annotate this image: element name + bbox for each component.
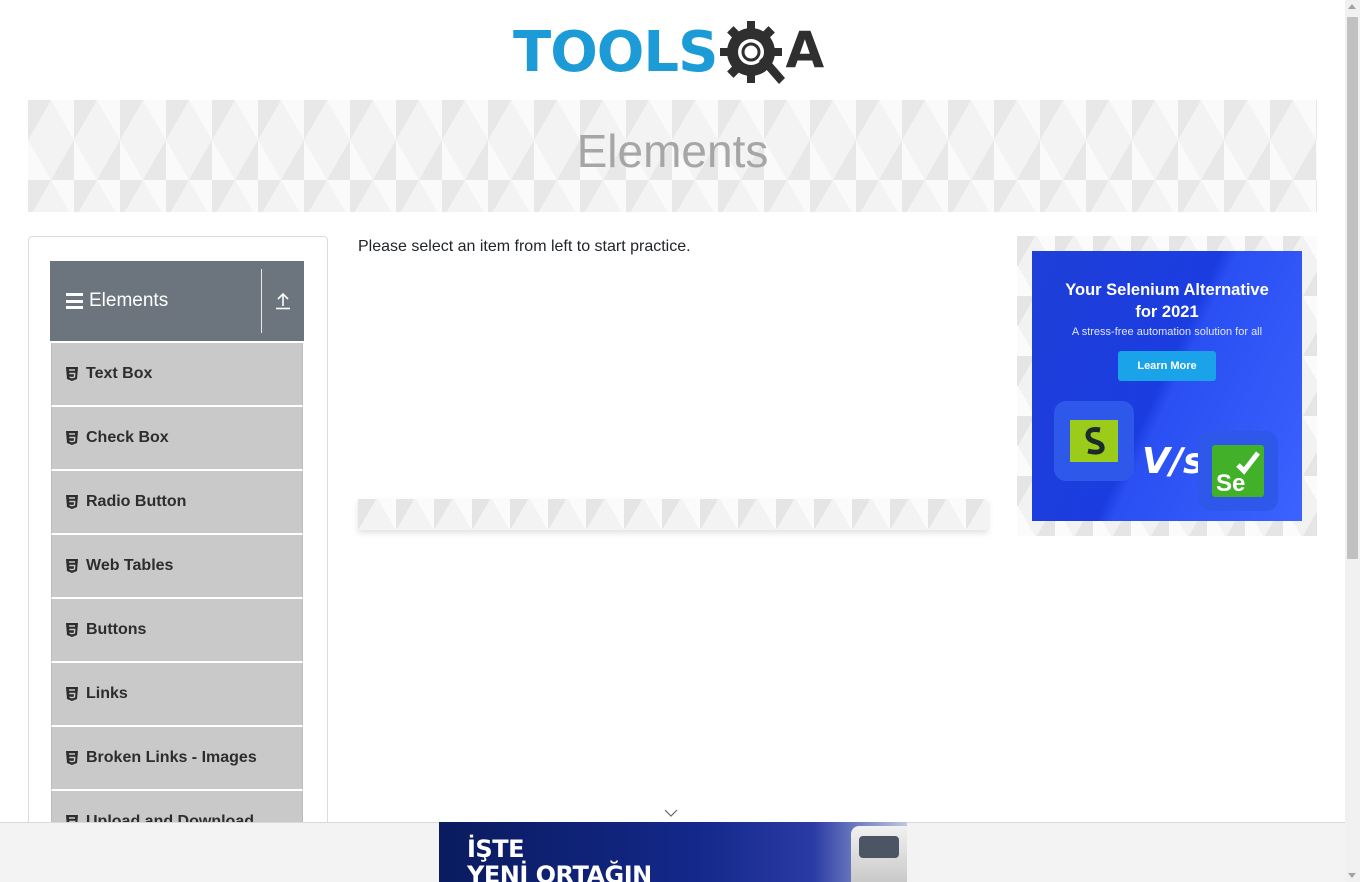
html5-icon bbox=[66, 495, 78, 509]
menu-item-web-tables[interactable]: Web Tables bbox=[51, 535, 303, 599]
katalon-logo-icon bbox=[1054, 401, 1134, 481]
side-ad-container: Your Selenium Alternative for 2021 A str… bbox=[1017, 236, 1317, 536]
page-banner: Elements bbox=[28, 100, 1317, 212]
menu-item-broken-links-images[interactable]: Broken Links - Images bbox=[51, 727, 303, 791]
menu-item-check-box[interactable]: Check Box bbox=[51, 407, 303, 471]
collapse-button[interactable] bbox=[262, 261, 304, 341]
menu-item-radio-button[interactable]: Radio Button bbox=[51, 471, 303, 535]
logo-tools-text: TOOLS bbox=[513, 20, 718, 85]
van-image bbox=[851, 826, 907, 882]
menu-item-label: Check Box bbox=[86, 429, 169, 446]
scroll-down-arrow-icon[interactable] bbox=[1348, 873, 1356, 878]
selenium-logo-icon: Se bbox=[1198, 431, 1278, 511]
ad-title-line2: for 2021 bbox=[1135, 303, 1199, 321]
html5-icon bbox=[66, 751, 78, 765]
page-scrollbar[interactable] bbox=[1345, 0, 1360, 882]
hamburger-icon bbox=[66, 293, 83, 309]
page: TOOLS A Elements Elements Text Box Check… bbox=[0, 0, 1345, 882]
menu-item-buttons[interactable]: Buttons bbox=[51, 599, 303, 663]
bottom-banner-ad[interactable]: İŞTE YENİ ORTAĞIN bbox=[439, 822, 907, 882]
menu-item-text-box[interactable]: Text Box bbox=[51, 343, 303, 407]
versus-text: V/s bbox=[1142, 441, 1205, 482]
learn-more-button[interactable]: Learn More bbox=[1118, 351, 1216, 381]
bottom-ad-line2: YENİ ORTAĞIN bbox=[467, 861, 652, 882]
elements-menu-list: Text Box Check Box Radio Button Web Tabl… bbox=[51, 343, 303, 855]
scroll-up-arrow-icon[interactable] bbox=[1348, 4, 1356, 9]
html5-icon bbox=[66, 623, 78, 637]
logo-a-text: A bbox=[785, 21, 825, 79]
ad-title: Your Selenium Alternative for 2021 bbox=[1032, 279, 1302, 323]
menu-item-label: Radio Button bbox=[86, 493, 187, 510]
menu-item-label: Buttons bbox=[86, 621, 147, 638]
selenium-alternative-ad[interactable]: Your Selenium Alternative for 2021 A str… bbox=[1032, 251, 1302, 521]
html5-icon bbox=[66, 367, 78, 381]
page-title: Elements bbox=[576, 125, 769, 177]
practice-instruction: Please select an item from left to start… bbox=[358, 238, 691, 255]
selenium-logo-text: Se bbox=[1216, 470, 1245, 497]
menu-item-label: Broken Links - Images bbox=[86, 749, 257, 766]
scrollbar-thumb[interactable] bbox=[1347, 17, 1358, 559]
ad-title-line1: Your Selenium Alternative bbox=[1065, 281, 1269, 299]
menu-item-label: Links bbox=[86, 685, 128, 702]
menu-item-label: Text Box bbox=[86, 365, 153, 382]
html5-icon bbox=[66, 431, 78, 445]
group-header-label: Elements bbox=[89, 290, 169, 311]
gear-magnifier-icon bbox=[719, 18, 789, 88]
bottom-ad-text: İŞTE YENİ ORTAĞIN bbox=[467, 836, 652, 882]
toolsqa-logo[interactable]: TOOLS A bbox=[513, 14, 835, 92]
chevron-down-icon[interactable] bbox=[664, 805, 678, 823]
upload-arrow-icon bbox=[276, 292, 290, 310]
menu-item-label: Web Tables bbox=[86, 557, 174, 574]
ad-subtitle: A stress-free automation solution for al… bbox=[1071, 326, 1263, 338]
bottom-ad-line1: İŞTE bbox=[467, 835, 524, 863]
left-panel: Elements Text Box Check Box Radio Button bbox=[28, 236, 328, 882]
html5-icon bbox=[66, 687, 78, 701]
menu-item-links[interactable]: Links bbox=[51, 663, 303, 727]
ad-placeholder-strip bbox=[358, 499, 988, 530]
html5-icon bbox=[66, 559, 78, 573]
elements-group-header[interactable]: Elements bbox=[50, 261, 304, 341]
